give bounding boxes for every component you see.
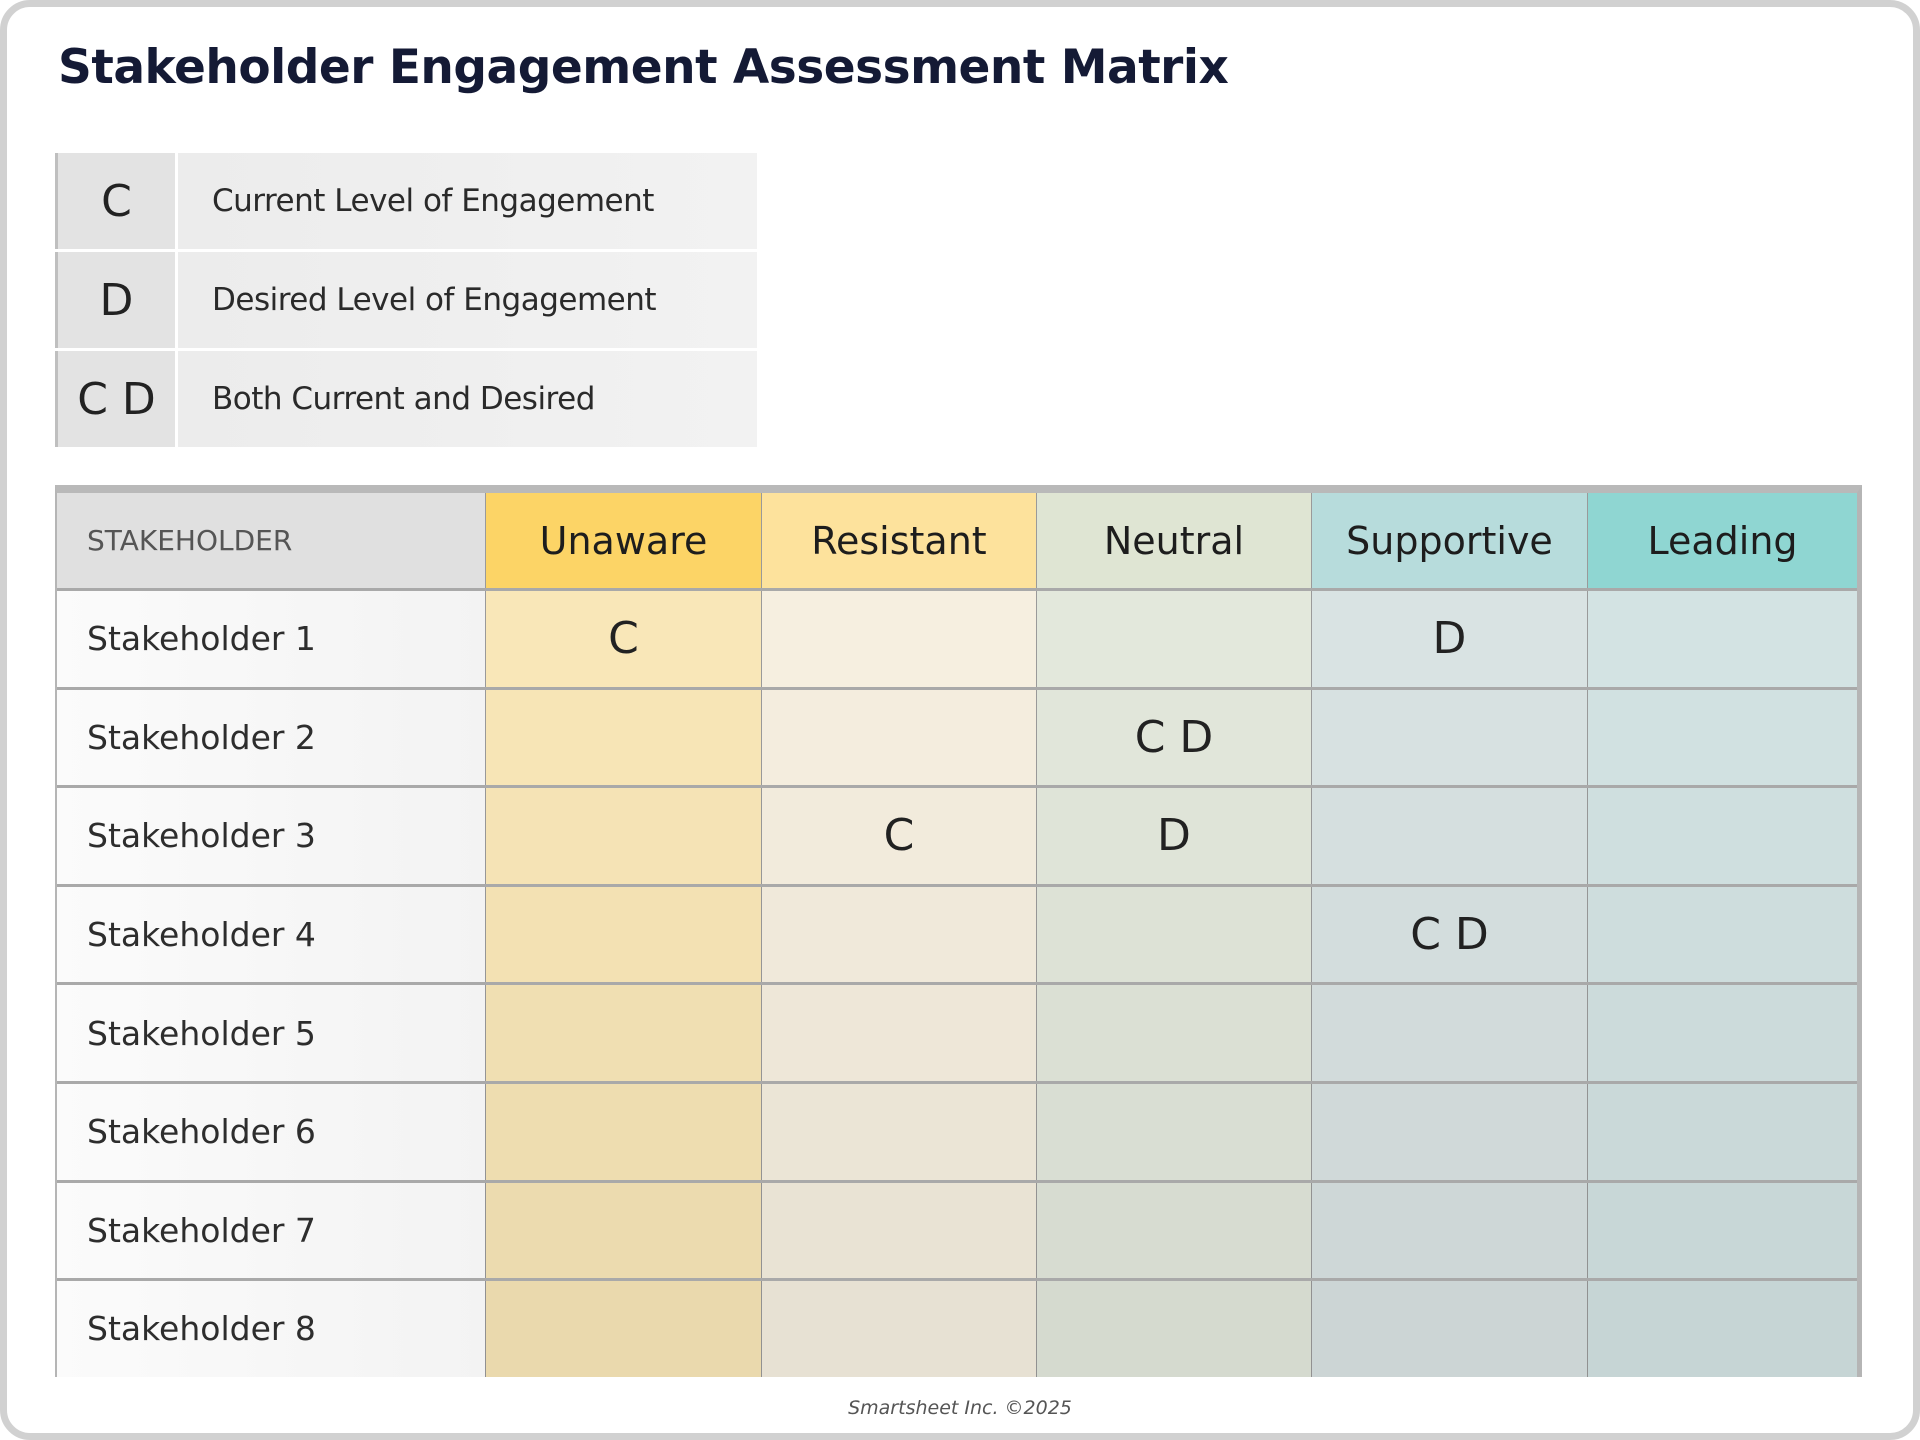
matrix-cell-leading[interactable]	[1587, 591, 1857, 687]
matrix-cell-unaware[interactable]	[485, 1182, 761, 1279]
matrix-cell-unaware[interactable]: C	[485, 591, 761, 687]
header-leading: Leading	[1587, 493, 1857, 588]
matrix-cell-resistant[interactable]	[761, 985, 1036, 1081]
matrix-cell-resistant[interactable]: C	[761, 788, 1036, 884]
matrix-cell-leading[interactable]	[1587, 886, 1857, 983]
table-row: Stakeholder 5	[57, 982, 1857, 1081]
matrix-cell-resistant[interactable]	[761, 1083, 1036, 1180]
matrix-cell-supportive[interactable]	[1311, 1281, 1587, 1377]
matrix-cell-neutral[interactable]	[1036, 985, 1311, 1081]
matrix-cell-neutral[interactable]	[1036, 1182, 1311, 1279]
matrix-cell-unaware[interactable]	[485, 1281, 761, 1377]
header-resistant: Resistant	[761, 493, 1036, 588]
legend-row-current: C Current Level of Engagement	[55, 153, 757, 249]
matrix-cell-resistant[interactable]	[761, 689, 1036, 786]
matrix-cell-unaware[interactable]	[485, 886, 761, 983]
matrix-cell-supportive[interactable]: D	[1311, 591, 1587, 687]
table-row: Stakeholder 2 C D	[57, 686, 1857, 786]
stakeholder-name[interactable]: Stakeholder 8	[57, 1281, 485, 1377]
legend-label: Desired Level of Engagement	[178, 252, 757, 348]
matrix-cell-neutral[interactable]	[1036, 1281, 1311, 1377]
matrix-cell-leading[interactable]	[1587, 689, 1857, 786]
matrix-cell-resistant[interactable]	[761, 1281, 1036, 1377]
table-row: Stakeholder 1C D	[57, 588, 1857, 687]
matrix-cell-supportive[interactable]	[1311, 689, 1587, 786]
header-neutral: Neutral	[1036, 493, 1311, 588]
table-body: Stakeholder 1 C D Stakeholder 2C D Stakehold…	[57, 588, 1857, 1377]
table-row: Stakeholder 7	[57, 1179, 1857, 1279]
stakeholder-name[interactable]: Stakeholder 2	[57, 689, 485, 786]
header-stakeholder: STAKEHOLDER	[57, 493, 485, 588]
legend-key: C	[55, 153, 175, 249]
stakeholder-name[interactable]: Stakeholder 3	[57, 788, 485, 884]
table-row: Stakeholder 8	[57, 1278, 1857, 1377]
stakeholder-name[interactable]: Stakeholder 4	[57, 886, 485, 983]
engagement-matrix: STAKEHOLDER Unaware Resistant Neutral Su…	[55, 485, 1862, 1377]
legend: C Current Level of Engagement D Desired …	[55, 153, 757, 450]
matrix-cell-resistant[interactable]	[761, 886, 1036, 983]
legend-label: Both Current and Desired	[178, 351, 757, 447]
matrix-cell-neutral[interactable]	[1036, 1083, 1311, 1180]
legend-label: Current Level of Engagement	[178, 153, 757, 249]
matrix-cell-resistant[interactable]	[761, 1182, 1036, 1279]
stakeholder-name[interactable]: Stakeholder 6	[57, 1083, 485, 1180]
stakeholder-name[interactable]: Stakeholder 1	[57, 591, 485, 687]
table-row: Stakeholder 3 CD	[57, 785, 1857, 884]
legend-key: C D	[55, 351, 175, 447]
matrix-cell-neutral[interactable]	[1036, 886, 1311, 983]
matrix-cell-unaware[interactable]	[485, 788, 761, 884]
header-unaware: Unaware	[485, 493, 761, 588]
matrix-cell-neutral[interactable]	[1036, 591, 1311, 687]
matrix-cell-unaware[interactable]	[485, 985, 761, 1081]
matrix-cell-leading[interactable]	[1587, 788, 1857, 884]
matrix-cell-supportive[interactable]	[1311, 788, 1587, 884]
matrix-cell-neutral[interactable]: D	[1036, 788, 1311, 884]
matrix-cell-supportive[interactable]	[1311, 1083, 1587, 1180]
matrix-cell-supportive[interactable]	[1311, 985, 1587, 1081]
footer-copyright: Smartsheet Inc. ©2025	[848, 1397, 1072, 1419]
stakeholder-name[interactable]: Stakeholder 5	[57, 985, 485, 1081]
page-title: Stakeholder Engagement Assessment Matrix	[58, 40, 1229, 95]
matrix-cell-neutral[interactable]: C D	[1036, 689, 1311, 786]
matrix-cell-leading[interactable]	[1587, 985, 1857, 1081]
matrix-cell-unaware[interactable]	[485, 1083, 761, 1180]
legend-row-desired: D Desired Level of Engagement	[55, 252, 757, 348]
matrix-cell-supportive[interactable]: C D	[1311, 886, 1587, 983]
matrix-cell-leading[interactable]	[1587, 1182, 1857, 1279]
table-row: Stakeholder 6	[57, 1080, 1857, 1180]
matrix-cell-unaware[interactable]	[485, 689, 761, 786]
matrix-cell-leading[interactable]	[1587, 1281, 1857, 1377]
table-row: Stakeholder 4 C D	[57, 883, 1857, 983]
matrix-cell-supportive[interactable]	[1311, 1182, 1587, 1279]
header-supportive: Supportive	[1311, 493, 1587, 588]
legend-row-both: C D Both Current and Desired	[55, 351, 757, 447]
header-row: STAKEHOLDER Unaware Resistant Neutral Su…	[57, 493, 1857, 588]
matrix-cell-resistant[interactable]	[761, 591, 1036, 687]
legend-key: D	[55, 252, 175, 348]
stakeholder-name[interactable]: Stakeholder 7	[57, 1182, 485, 1279]
matrix-cell-leading[interactable]	[1587, 1083, 1857, 1180]
